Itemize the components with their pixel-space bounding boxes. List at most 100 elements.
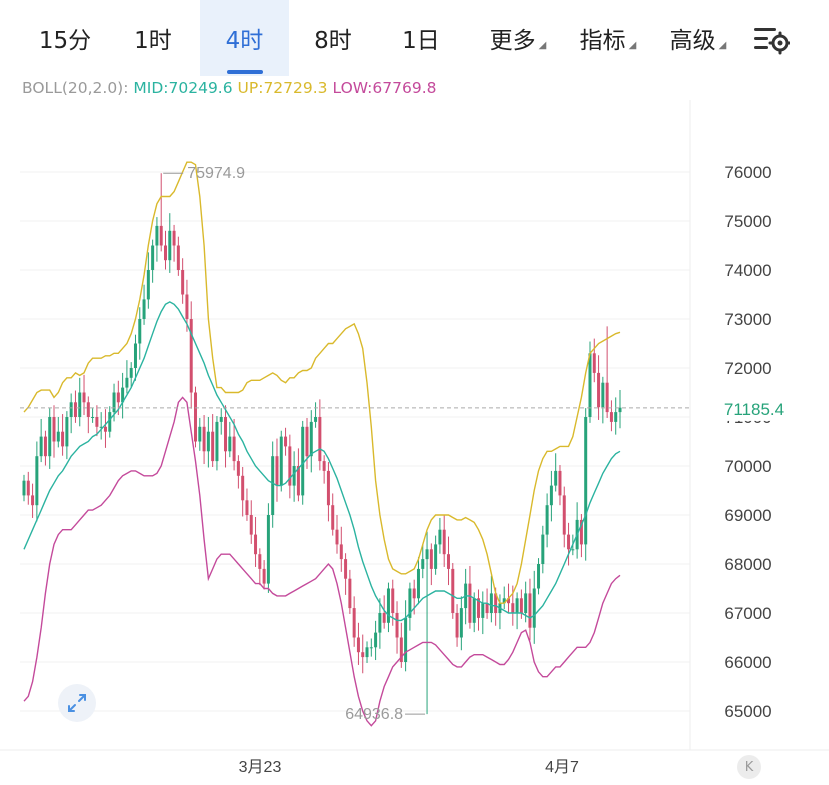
- candle-body: [386, 588, 390, 623]
- candle-body: [369, 647, 373, 649]
- candle-body: [48, 417, 52, 457]
- tab-1d[interactable]: 1日: [386, 0, 456, 76]
- candle-body: [236, 461, 240, 476]
- candle-body: [571, 549, 575, 551]
- candle-body: [429, 549, 433, 569]
- candle-body: [284, 436, 288, 447]
- candle-body: [61, 431, 65, 447]
- candle-body: [258, 554, 262, 569]
- candle-body: [241, 475, 245, 501]
- candle-body: [468, 583, 472, 623]
- candle-body: [22, 480, 26, 496]
- x-tick-label: 4月7: [545, 759, 579, 776]
- candle-body: [395, 613, 399, 638]
- candle-body: [138, 319, 142, 344]
- tab-15min[interactable]: 15分: [30, 0, 100, 76]
- y-tick-label: 67000: [724, 604, 771, 623]
- candle-body: [442, 529, 446, 555]
- candle-body: [352, 608, 356, 638]
- candle-body: [438, 529, 442, 545]
- candle-body: [91, 417, 95, 418]
- candle-body: [537, 564, 541, 589]
- candle-body: [365, 647, 369, 658]
- candle-body: [305, 426, 309, 457]
- candle-body: [279, 436, 283, 486]
- tab-1h[interactable]: 1时: [118, 0, 188, 76]
- candle-body: [224, 417, 228, 452]
- tab-advanced[interactable]: 高级 ◢: [658, 0, 738, 76]
- boll-mid-band: [23, 301, 621, 622]
- tab-more[interactable]: 更多 ◢: [478, 0, 558, 76]
- candle-body: [378, 613, 382, 633]
- candle-body: [292, 466, 296, 486]
- candle-body: [416, 568, 420, 599]
- x-tick-label: 3月23: [239, 759, 282, 776]
- tab-label: 1日: [402, 28, 440, 54]
- timeframe-tab-bar: 15分 1时 4时 8时 1日 更多 ◢ 指标 ◢ 高级 ◢: [0, 0, 829, 78]
- candle-body: [35, 456, 39, 506]
- tab-label: 1时: [134, 28, 172, 54]
- max-price-annotation: 75974.9: [187, 165, 245, 182]
- candle-body: [472, 598, 476, 623]
- current-price-label: 71185.4: [724, 400, 784, 419]
- candle-body: [142, 299, 146, 319]
- candle-body: [404, 617, 408, 662]
- y-tick-label: 72000: [724, 359, 771, 378]
- boll-upper-band: [23, 161, 621, 604]
- candle-body: [73, 402, 77, 417]
- candle-body: [335, 529, 339, 545]
- candle-body: [549, 485, 553, 506]
- candle-body: [39, 436, 43, 457]
- tab-8h[interactable]: 8时: [298, 0, 368, 76]
- candle-body: [26, 480, 30, 496]
- candle-body: [451, 568, 455, 613]
- candle-body: [326, 470, 330, 506]
- candle-body: [211, 431, 215, 462]
- fullscreen-expand-button[interactable]: [58, 684, 96, 722]
- candle-body: [206, 431, 210, 452]
- boll-low-value: LOW:67769.8: [332, 79, 437, 97]
- y-tick-label: 74000: [724, 261, 771, 280]
- candle-body: [31, 495, 35, 506]
- y-tick-label: 65000: [724, 702, 771, 721]
- candle-body: [43, 436, 47, 457]
- tab-label: 15分: [38, 28, 92, 54]
- candle-body: [82, 392, 86, 403]
- candle-body: [558, 470, 562, 496]
- candle-body: [172, 230, 176, 246]
- candle-body: [309, 421, 313, 457]
- chart-settings-icon[interactable]: [752, 24, 792, 56]
- candle-body: [344, 559, 348, 579]
- k-line-mode-button[interactable]: K: [737, 755, 761, 779]
- candle-body: [485, 603, 489, 613]
- candle-body: [185, 294, 189, 319]
- candle-body: [446, 554, 450, 569]
- candle-body: [562, 495, 566, 535]
- candle-body: [159, 225, 163, 246]
- candlestick-chart[interactable]: 6500066000670006800069000700007100072000…: [0, 100, 829, 785]
- candle-body: [511, 603, 515, 613]
- candle-body: [151, 245, 155, 270]
- candle-body: [168, 230, 172, 261]
- tab-4h[interactable]: 4时: [200, 0, 289, 76]
- candle-body: [78, 392, 82, 417]
- tab-label: 高级: [669, 28, 716, 54]
- tab-label: 8时: [314, 28, 352, 54]
- expand-arrows-icon: [68, 694, 86, 712]
- candle-body: [215, 421, 219, 462]
- candle-body: [275, 456, 279, 486]
- candle-body: [382, 613, 386, 623]
- candle-body: [232, 436, 236, 462]
- boll-name: BOLL(20,2.0):: [22, 79, 129, 97]
- tab-indicators[interactable]: 指标 ◢: [568, 0, 648, 76]
- candle-body: [541, 534, 545, 564]
- candle-body: [545, 505, 549, 535]
- candle-body: [103, 426, 107, 432]
- k-icon: K: [744, 759, 754, 775]
- candle-body: [262, 568, 266, 584]
- candle-body: [489, 593, 493, 613]
- candle-body: [56, 431, 60, 442]
- candle-body: [391, 588, 395, 613]
- candle-body: [116, 392, 120, 403]
- candle-body: [181, 270, 185, 295]
